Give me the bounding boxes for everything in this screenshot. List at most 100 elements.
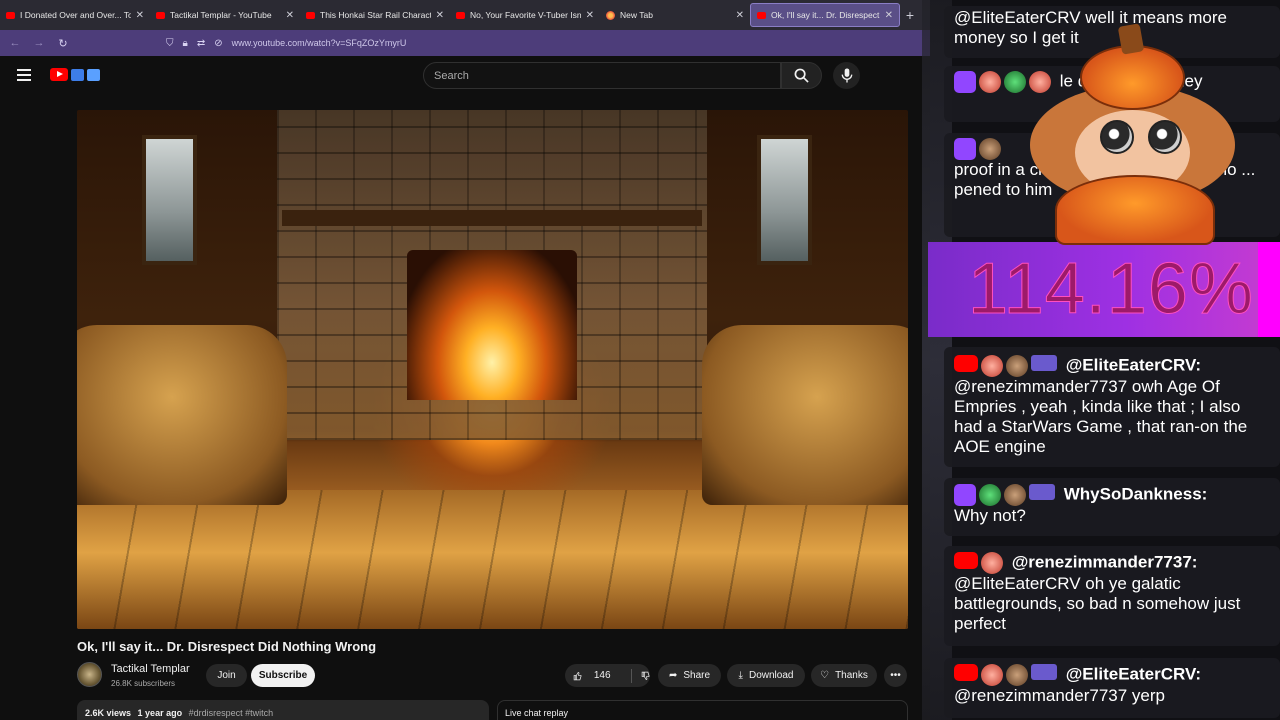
twitch-icon bbox=[954, 138, 976, 160]
youtube-icon bbox=[306, 11, 315, 19]
shield-icon[interactable]: ⛉ bbox=[166, 38, 174, 49]
firefox-icon bbox=[606, 10, 615, 20]
chat-text: @EliteEaterCRV oh ye galatic battlegroun… bbox=[954, 574, 1241, 633]
video-title: Ok, I'll say it... Dr. Disrespect Did No… bbox=[77, 639, 377, 654]
youtube-icon bbox=[757, 11, 766, 19]
thanks-button[interactable]: ♡ Thanks bbox=[811, 664, 877, 687]
emote-icon bbox=[979, 138, 1001, 160]
youtube-icon bbox=[954, 664, 978, 681]
live-chat-replay-header[interactable]: Live chat replay bbox=[497, 700, 908, 720]
youtube-logo[interactable] bbox=[50, 68, 100, 81]
hashtags[interactable]: #drdisrespect #twitch bbox=[189, 708, 274, 718]
chat-badges bbox=[954, 552, 1003, 574]
share-icon: ➦ bbox=[668, 670, 678, 681]
wooden-floor bbox=[77, 490, 908, 629]
pumpkin-monkey-mascot bbox=[1030, 23, 1235, 245]
extension-icon bbox=[87, 68, 100, 81]
new-tab-icon[interactable]: + bbox=[900, 7, 920, 23]
browser-nav-bar: ← → ↻ ⛉ 🔒︎ ⇄ ⊘ www.youtube.com/watch?v=S… bbox=[0, 30, 930, 56]
tab-title: I Donated Over and Over... To S bbox=[20, 10, 131, 20]
join-button[interactable]: Join bbox=[206, 664, 247, 687]
permissions-icon[interactable]: ⇄ bbox=[197, 38, 205, 49]
url-text[interactable]: www.youtube.com/watch?v=SFqZOzYmyrU bbox=[232, 38, 407, 48]
tab-title: Tactikal Templar - YouTube bbox=[170, 10, 272, 20]
chat-text: @renezimmander7737 yerp bbox=[954, 686, 1165, 705]
close-icon[interactable]: ✕ bbox=[436, 10, 444, 21]
chat-badges bbox=[954, 355, 1057, 377]
chat-text: @renezimmander7737 owh Age Of Empries , … bbox=[954, 377, 1248, 456]
fire bbox=[407, 250, 577, 400]
subscribe-button[interactable]: Subscribe bbox=[251, 664, 315, 687]
more-options-button[interactable]: ••• bbox=[884, 664, 907, 687]
tab-title: This Honkai Star Rail Character bbox=[320, 10, 431, 20]
emote-icon bbox=[981, 664, 1003, 686]
download-button[interactable]: ⤓ Download bbox=[727, 664, 805, 687]
chat-message: @renezimmander7737: @EliteEaterCRV oh ye… bbox=[944, 546, 1280, 646]
browser-tab[interactable]: Tactikal Templar - YouTube ✕ bbox=[150, 0, 300, 30]
voice-search-button[interactable] bbox=[833, 62, 860, 89]
browser-tab[interactable]: This Honkai Star Rail Character ✕ bbox=[300, 0, 450, 30]
browser-tab[interactable]: I Donated Over and Over... To S ✕ bbox=[0, 0, 150, 30]
emote-icon bbox=[979, 484, 1001, 506]
extension-icon bbox=[71, 68, 84, 81]
chat-username: @EliteEaterCRV: bbox=[1065, 664, 1202, 684]
close-icon[interactable]: ✕ bbox=[736, 10, 744, 21]
tab-title: New Tab bbox=[620, 10, 653, 20]
fireplace-mantel bbox=[282, 210, 702, 226]
channel-avatar[interactable] bbox=[77, 662, 102, 687]
emote-icon bbox=[979, 71, 1001, 93]
back-arrow-icon[interactable]: ← bbox=[8, 37, 22, 49]
search-icon bbox=[794, 68, 809, 83]
youtube-icon bbox=[156, 11, 165, 19]
divider bbox=[630, 668, 632, 683]
pumpkin-stem bbox=[1117, 23, 1145, 55]
browser-tab-active[interactable]: Ok, I'll say it... Dr. Disrespect Di ✕ bbox=[750, 3, 900, 27]
mascot-eye bbox=[1100, 120, 1134, 154]
tracking-icon[interactable]: ⊘ bbox=[214, 38, 222, 49]
browser-tab[interactable]: New Tab ✕ bbox=[600, 0, 750, 30]
close-icon[interactable]: ✕ bbox=[885, 10, 893, 21]
menu-icon[interactable] bbox=[17, 69, 31, 81]
thumbs-down-icon[interactable] bbox=[641, 669, 650, 683]
chat-badges bbox=[954, 138, 1001, 160]
emote-icon bbox=[981, 355, 1003, 377]
emote-icon bbox=[1004, 71, 1026, 93]
like-dislike-group: 146 bbox=[565, 664, 650, 687]
thumbs-up-icon[interactable] bbox=[573, 669, 582, 683]
youtube-icon bbox=[456, 11, 465, 19]
close-icon[interactable]: ✕ bbox=[136, 10, 144, 21]
share-button[interactable]: ➦ Share bbox=[658, 664, 721, 687]
chat-username: @renezimmander7737: bbox=[1011, 552, 1198, 572]
chat-message: WhySoDankness: Why not? bbox=[944, 478, 1280, 536]
search-input[interactable]: Search bbox=[423, 62, 781, 89]
lock-icon[interactable]: 🔒︎ bbox=[183, 38, 188, 49]
search-placeholder: Search bbox=[434, 69, 469, 82]
window bbox=[142, 135, 197, 265]
more-icon: ••• bbox=[890, 670, 901, 681]
upload-age: 1 year ago bbox=[137, 708, 183, 718]
chat-message: @EliteEaterCRV: @renezimmander7737 owh A… bbox=[944, 347, 1280, 467]
pumpkin-hat bbox=[1080, 45, 1185, 110]
close-icon[interactable]: ✕ bbox=[586, 10, 594, 21]
search-button[interactable] bbox=[781, 62, 822, 89]
subscriber-count: 26.8K subscribers bbox=[111, 679, 176, 688]
chat-message: @EliteEaterCRV: @renezimmander7737 yerp bbox=[944, 658, 1280, 718]
description-box[interactable]: 2.6K views 1 year ago #drdisrespect #twi… bbox=[77, 700, 489, 720]
chat-text: Why not? bbox=[954, 506, 1026, 525]
thanks-label: Thanks bbox=[835, 670, 868, 681]
download-label: Download bbox=[748, 670, 794, 681]
video-player[interactable] bbox=[77, 110, 908, 629]
armchair bbox=[702, 325, 908, 505]
microphone-icon bbox=[841, 68, 852, 83]
like-count[interactable]: 146 bbox=[594, 670, 611, 681]
reload-icon[interactable]: ↻ bbox=[56, 37, 70, 50]
youtube-icon bbox=[6, 11, 15, 19]
download-icon: ⤓ bbox=[738, 670, 743, 681]
tab-title: No, Your Favorite V-Tuber Isn't bbox=[470, 10, 581, 20]
forward-arrow-icon[interactable]: → bbox=[32, 37, 46, 49]
address-bar[interactable]: ⛉ 🔒︎ ⇄ ⊘ www.youtube.com/watch?v=SFqZOzY… bbox=[166, 38, 406, 49]
close-icon[interactable]: ✕ bbox=[286, 10, 294, 21]
channel-name[interactable]: Tactikal Templar bbox=[111, 663, 190, 675]
browser-tab[interactable]: No, Your Favorite V-Tuber Isn't ✕ bbox=[450, 0, 600, 30]
youtube-icon bbox=[954, 355, 978, 372]
